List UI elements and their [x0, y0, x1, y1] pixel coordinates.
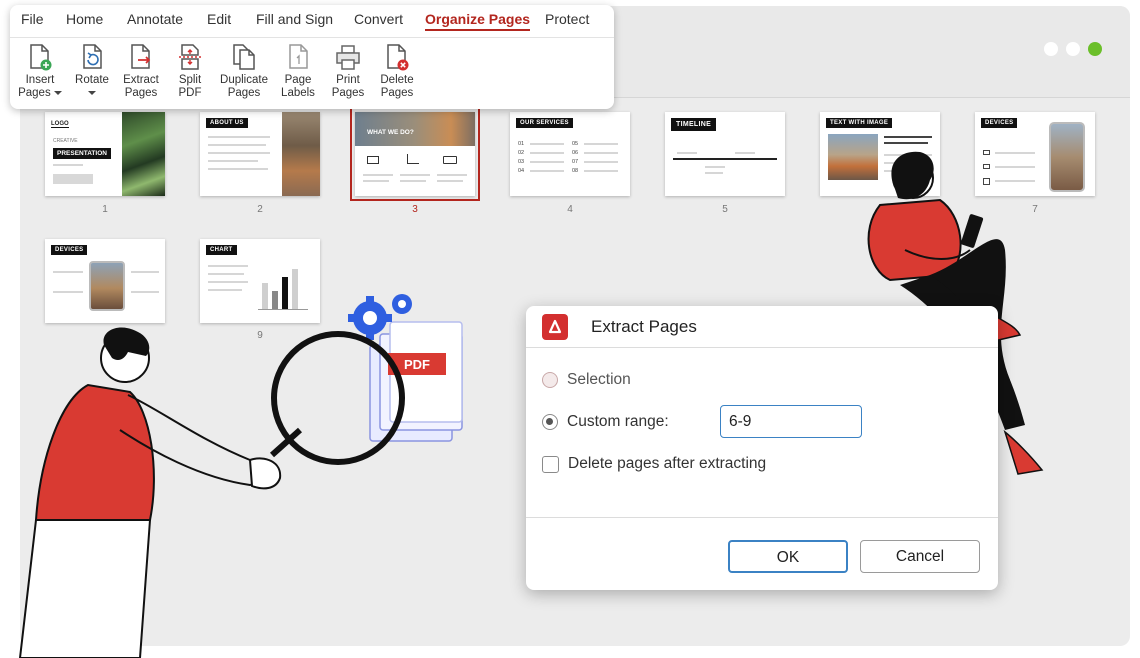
app-logo-icon — [542, 314, 568, 340]
thumb-phone-device — [1049, 122, 1085, 192]
rotate-label: Rotate — [75, 74, 109, 86]
menu-convert[interactable]: Convert — [354, 11, 403, 27]
page-number-7: 7 — [1032, 204, 1038, 215]
ok-button[interactable]: OK — [728, 540, 848, 573]
thumb-tag: OUR SERVICES — [516, 118, 573, 128]
page-thumbnail-5[interactable]: TIMELINE — [665, 112, 785, 196]
thumb-service-list-left: 01 02 03 04 — [518, 141, 525, 174]
split-pdf-icon — [179, 44, 201, 70]
thumb-tag: CHART — [206, 245, 237, 255]
page-thumbnail-9[interactable]: CHART — [200, 239, 320, 323]
extract-pages-button[interactable]: Extract Pages — [113, 43, 169, 100]
rotate-icon — [83, 44, 102, 69]
page-number-2: 2 — [257, 204, 263, 215]
split-pdf-button[interactable]: Split PDF — [162, 43, 218, 100]
split-pdf-label-line2: PDF — [178, 87, 202, 99]
thumb-logo-text: LOGO — [51, 121, 69, 128]
page-labels-label-line2: Labels — [281, 87, 315, 99]
duplicate-pages-button[interactable]: Duplicate Pages — [216, 43, 272, 100]
page-number-4: 4 — [567, 204, 573, 215]
ribbon-divider — [10, 37, 614, 38]
dialog-header: Extract Pages — [526, 306, 998, 348]
page-thumbnail-7[interactable]: DEVICES — [975, 112, 1095, 196]
extract-pages-label-line2: Pages — [124, 87, 158, 99]
duplicate-pages-label-line2: Pages — [227, 87, 261, 99]
extract-pages-label-line1: Extract — [123, 74, 159, 86]
selection-radio[interactable] — [542, 372, 558, 388]
menu-organize-pages[interactable]: Organize Pages — [425, 11, 531, 31]
custom-range-input[interactable] — [720, 405, 862, 438]
menu-bar: File Home Annotate Edit Fill and Sign Co… — [10, 11, 614, 35]
thumb-heading: WHAT WE DO? — [367, 129, 414, 136]
menu-home[interactable]: Home — [66, 11, 103, 27]
thumb-tablet-device — [89, 261, 125, 311]
page-number-3: 3 — [412, 204, 418, 215]
delete-pages-label-line1: Delete — [380, 74, 414, 86]
menu-protect[interactable]: Protect — [545, 11, 589, 27]
page-thumbnail-4[interactable]: OUR SERVICES 01 02 03 04 05 06 07 08 — [510, 112, 630, 196]
page-thumbnail-8[interactable]: DEVICES — [45, 239, 165, 323]
duplicate-pages-icon — [233, 44, 255, 70]
page-thumbnail-6[interactable]: TEXT WITH IMAGE — [820, 112, 940, 196]
page-number-9: 9 — [257, 330, 263, 341]
thumb-rock-photo — [282, 112, 320, 196]
thumb-presentation-label: PRESENTATION — [53, 148, 111, 159]
page-labels-label-line1: Page — [284, 74, 312, 86]
thumb-tag: DEVICES — [981, 118, 1018, 128]
insert-pages-label-line1: Insert — [25, 74, 55, 86]
delete-pages-icon — [387, 44, 409, 71]
page-labels-icon — [289, 44, 308, 69]
delete-after-extract-label: Delete pages after extracting — [568, 455, 767, 472]
dialog-title: Extract Pages — [591, 317, 697, 336]
dialog-divider — [526, 517, 998, 518]
thumb-service-list-right: 05 06 07 08 — [572, 141, 579, 174]
delete-after-extract-option[interactable]: Delete pages after extracting — [542, 455, 766, 473]
page-thumbnail-2[interactable]: ABOUT US — [200, 112, 320, 196]
page-number-5: 5 — [722, 204, 728, 215]
thumb-tag: ABOUT US — [206, 118, 248, 128]
custom-range-label: Custom range: — [567, 413, 669, 430]
menu-edit[interactable]: Edit — [207, 11, 231, 27]
thumb-tag: TEXT WITH IMAGE — [826, 118, 893, 128]
chevron-down-icon — [53, 90, 62, 95]
delete-after-extract-checkbox[interactable] — [542, 455, 559, 473]
chevron-down-icon — [88, 91, 96, 95]
rotate-button[interactable]: Rotate — [64, 43, 120, 95]
thumb-subtitle: CREATIVE — [53, 138, 78, 144]
print-pages-label-line1: Print — [336, 74, 360, 86]
ribbon-toolbar: File Home Annotate Edit Fill and Sign Co… — [10, 5, 614, 109]
duplicate-pages-label-line1: Duplicate — [220, 74, 268, 86]
insert-pages-button[interactable]: Insert Pages — [12, 43, 68, 100]
delete-pages-button[interactable]: Delete Pages — [369, 43, 425, 100]
page-number-1: 1 — [102, 204, 108, 215]
insert-pages-icon — [30, 44, 52, 71]
page-thumbnail-1[interactable]: LOGO CREATIVE PRESENTATION — [45, 112, 165, 196]
menu-file[interactable]: File — [21, 11, 44, 27]
insert-pages-label-line2: Pages — [12, 87, 68, 100]
custom-range-radio[interactable] — [542, 414, 558, 430]
print-pages-button[interactable]: Print Pages — [320, 43, 376, 100]
page-labels-button[interactable]: Page Labels — [270, 43, 326, 100]
thumb-forest-photo — [122, 112, 165, 196]
selection-label: Selection — [567, 371, 631, 388]
menu-annotate[interactable]: Annotate — [127, 11, 183, 27]
page-thumbnail-3[interactable]: WHAT WE DO? — [350, 107, 480, 201]
extract-pages-icon — [131, 44, 151, 69]
thumb-tag: TIMELINE — [671, 118, 717, 131]
custom-range-option[interactable]: Custom range: — [542, 413, 669, 431]
thumb-coast-photo — [828, 134, 878, 180]
print-pages-label-line2: Pages — [331, 87, 365, 99]
print-icon — [336, 45, 360, 70]
delete-pages-label-line2: Pages — [380, 87, 414, 99]
split-pdf-label-line1: Split — [178, 74, 202, 86]
menu-fill-and-sign[interactable]: Fill and Sign — [256, 11, 333, 27]
extract-pages-dialog: Extract Pages Selection Custom range: De… — [526, 306, 998, 590]
thumb-tag: DEVICES — [51, 245, 88, 255]
cancel-button[interactable]: Cancel — [860, 540, 980, 573]
selection-option[interactable]: Selection — [542, 371, 631, 389]
